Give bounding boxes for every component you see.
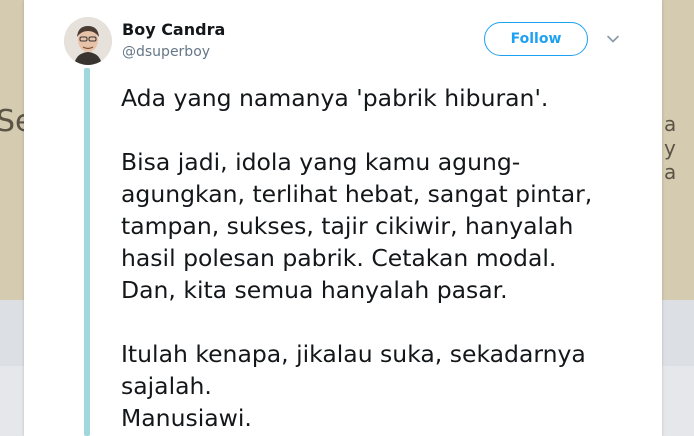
- tweet-text: Ada yang namanya 'pabrik hiburan'. Bisa …: [121, 82, 641, 434]
- tweet-line: Bisa jadi, idola yang kamu agung-: [121, 148, 521, 176]
- background-right-fragments: a y a: [664, 112, 676, 184]
- tweet-line: Ada yang namanya 'pabrik hiburan'.: [121, 84, 549, 112]
- tweet-line: Dan, kita semua hanyalah pasar.: [121, 276, 508, 304]
- tweet-line: tampan, sukses, tajir cikiwir, hanyalah: [121, 212, 574, 240]
- follow-button[interactable]: Follow: [484, 22, 588, 56]
- avatar[interactable]: [64, 17, 112, 65]
- chevron-down-icon[interactable]: [606, 32, 620, 46]
- tweet-line: sajalah.: [121, 372, 212, 400]
- background-right-fragment: a: [664, 112, 677, 136]
- avatar-illustration: [64, 17, 112, 65]
- background-right-fragment: y: [664, 136, 676, 160]
- tweet-line: hasil polesan pabrik. Cetakan modal.: [121, 244, 557, 272]
- thread-line: [84, 68, 90, 436]
- tweet-card: Boy Candra @dsuperboy Follow Ada yang na…: [24, 0, 662, 436]
- author-handle[interactable]: @dsuperboy: [122, 44, 210, 60]
- background-right-fragment: a: [664, 160, 677, 184]
- tweet-line: Itulah kenapa, jikalau suka, sekadarnya: [121, 340, 586, 368]
- tweet-line: Manusiawi.: [121, 404, 252, 432]
- author-name[interactable]: Boy Candra: [122, 20, 225, 39]
- tweet-line: agungkan, terlihat hebat, sangat pintar,: [121, 180, 593, 208]
